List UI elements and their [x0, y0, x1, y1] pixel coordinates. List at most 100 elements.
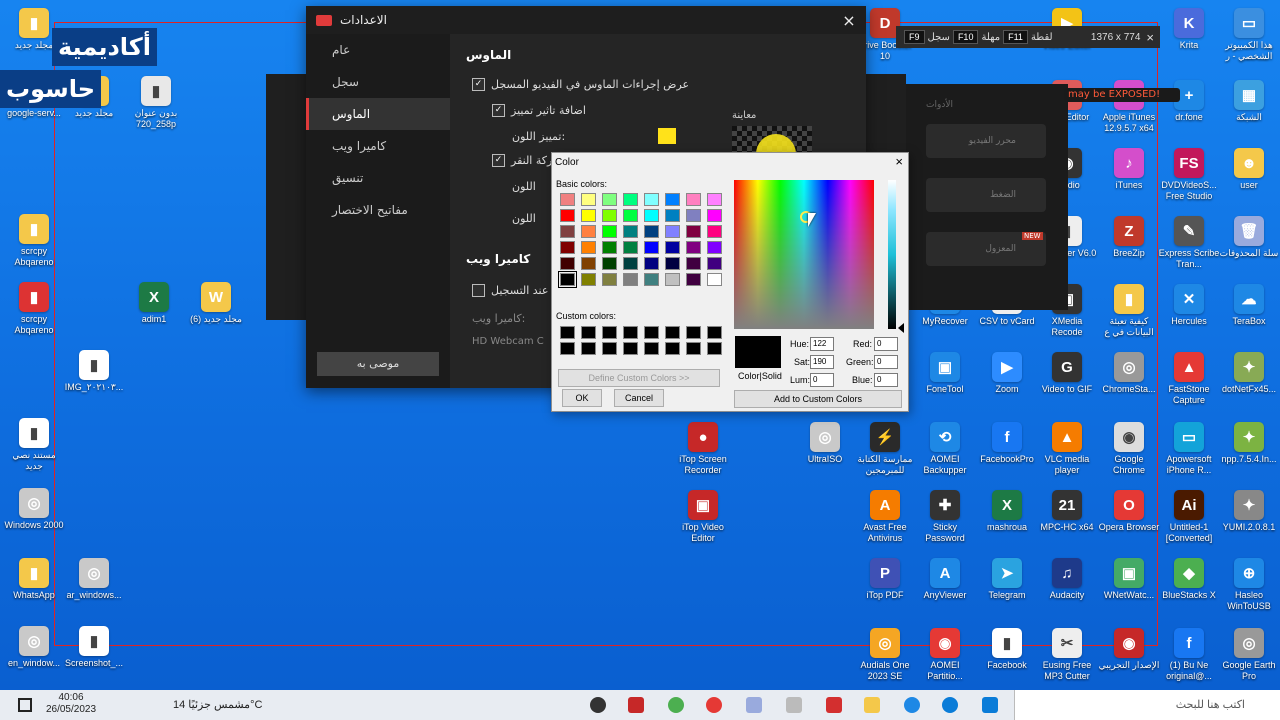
folder-icon[interactable] — [864, 697, 880, 713]
basic-color-swatch[interactable] — [581, 209, 596, 222]
basic-color-swatch[interactable] — [560, 209, 575, 222]
tool-video-editor[interactable]: محرر الفيديو — [926, 124, 1046, 158]
custom-color-swatch[interactable] — [707, 342, 722, 355]
key-f9[interactable]: F9 — [904, 30, 925, 44]
desktop-icon[interactable]: ✦ dotNetFx45... — [1218, 352, 1280, 395]
basic-color-swatch[interactable] — [602, 209, 617, 222]
desktop-icon[interactable]: ▣ WNetWatc... — [1098, 558, 1160, 601]
custom-color-swatch[interactable] — [644, 342, 659, 355]
basic-color-swatch[interactable] — [581, 273, 596, 286]
basic-color-swatch[interactable] — [686, 241, 701, 254]
desktop-icon[interactable]: ⊕ Hasleo WinToUSB — [1218, 558, 1280, 612]
desktop-icon[interactable]: ➤ Telegram — [976, 558, 1038, 601]
basic-color-swatch[interactable] — [644, 273, 659, 286]
desktop-icon[interactable]: ▮ Screenshot_... — [63, 626, 125, 669]
custom-color-swatch[interactable] — [560, 342, 575, 355]
basic-color-swatch[interactable] — [602, 225, 617, 238]
basic-color-swatch[interactable] — [665, 257, 680, 270]
highlight-checkbox[interactable]: ✓ — [492, 104, 505, 117]
basic-color-swatch[interactable] — [686, 193, 701, 206]
pdf-icon[interactable] — [826, 697, 842, 713]
desktop-icon[interactable]: ◎ en_window... — [3, 626, 65, 669]
desktop-icon[interactable]: ▭ هذا الكمبيوتر الشخصي - ر — [1218, 8, 1280, 62]
desktop-icon[interactable]: ▮ مستند نصي جديد — [3, 418, 65, 472]
desktop-icon[interactable]: ◉ الإصدار التجريبي — [1098, 628, 1160, 671]
desktop-icon[interactable]: ◎ Audials One 2023 SE — [854, 628, 916, 682]
tool-compress[interactable]: الضغط — [926, 178, 1046, 212]
sidebar-item-record[interactable]: سجل — [306, 66, 450, 98]
basic-color-swatch[interactable] — [560, 225, 575, 238]
green-field[interactable]: 0 — [874, 355, 898, 369]
cancel-button[interactable]: Cancel — [614, 389, 664, 407]
basic-color-swatch[interactable] — [707, 193, 722, 206]
desktop-icon[interactable]: ▲ FastStone Capture — [1158, 352, 1220, 406]
basic-color-swatch[interactable] — [665, 225, 680, 238]
webcam-select[interactable]: HD Webcam C — [472, 336, 544, 347]
sidebar-item-webcam[interactable]: كاميرا ويب — [306, 130, 450, 162]
desktop-icon[interactable]: ✦ npp.7.5.4.In... — [1218, 422, 1280, 465]
basic-color-swatch[interactable] — [665, 273, 680, 286]
screen-recorder-icon[interactable] — [628, 697, 644, 713]
desktop-icon[interactable]: O Opera Browser — [1098, 490, 1160, 533]
chrome-icon[interactable] — [668, 697, 684, 713]
desktop-icon[interactable]: ◎ ChromeSta... — [1098, 352, 1160, 395]
clock[interactable]: 40:06 26/05/2023 — [40, 692, 102, 716]
basic-color-swatch[interactable] — [581, 257, 596, 270]
custom-color-swatch[interactable] — [665, 326, 680, 339]
blue-field[interactable]: 0 — [874, 373, 898, 387]
basic-color-swatch[interactable] — [644, 257, 659, 270]
desktop-icon[interactable]: K Krita — [1158, 8, 1220, 51]
close-icon[interactable]: × — [840, 11, 858, 30]
basic-color-swatch[interactable] — [623, 257, 638, 270]
desktop-icon[interactable]: W مجلد جديد (6) — [185, 282, 247, 325]
basic-color-swatch[interactable] — [623, 273, 638, 286]
desktop-icon[interactable]: ▮ WhatsApp — [3, 558, 65, 601]
desktop-icon[interactable]: ◎ ar_windows... — [63, 558, 125, 601]
desktop-icon[interactable]: ◆ BlueStacks X — [1158, 558, 1220, 601]
desktop-icon[interactable]: ▦ الشبكة — [1218, 80, 1280, 123]
desktop-icon[interactable]: ▮ scrcpy Abqareno — [3, 214, 65, 268]
desktop-icon[interactable]: A Avast Free Antivirus — [854, 490, 916, 544]
weather-widget[interactable]: مشمس جزئيًا 14°C — [173, 698, 262, 711]
lum-field[interactable]: 0 — [810, 373, 834, 387]
basic-color-swatch[interactable] — [686, 225, 701, 238]
desktop-icon[interactable]: ✦ YUMI.2.0.8.1 — [1218, 490, 1280, 533]
sidebar-item-shortcuts[interactable]: مفاتيح الاختصار — [306, 194, 450, 226]
desktop-icon[interactable]: Xmashroua — [976, 490, 1038, 533]
basic-color-swatch[interactable] — [644, 193, 659, 206]
basic-color-swatch[interactable] — [560, 193, 575, 206]
desktop-icon[interactable]: ▮ Facebook — [976, 628, 1038, 671]
custom-color-swatch[interactable] — [644, 326, 659, 339]
click-anim-checkbox[interactable]: ✓ — [492, 154, 505, 167]
custom-color-swatch[interactable] — [581, 342, 596, 355]
custom-color-swatch[interactable] — [560, 326, 575, 339]
desktop-icon[interactable]: ▮ كيفية تعبئة البيانات في ع — [1098, 284, 1160, 338]
browser-icon[interactable] — [904, 697, 920, 713]
desktop-icon[interactable]: f (1) Bu Ne original@... — [1158, 628, 1220, 682]
basic-color-swatch[interactable] — [707, 273, 722, 286]
sat-field[interactable]: 190 — [810, 355, 834, 369]
basic-color-swatch[interactable] — [644, 225, 659, 238]
custom-color-swatch[interactable] — [623, 326, 638, 339]
basic-color-swatch[interactable] — [665, 209, 680, 222]
opera-icon[interactable] — [706, 697, 722, 713]
custom-color-swatch[interactable] — [623, 342, 638, 355]
custom-color-swatch[interactable] — [602, 326, 617, 339]
basic-color-swatch[interactable] — [686, 273, 701, 286]
desktop-icon[interactable]: ✎ Express Scribe Tran... — [1158, 216, 1220, 270]
desktop-icon[interactable]: ● iTop Screen Recorder — [672, 422, 734, 476]
app-icon[interactable] — [746, 697, 762, 713]
custom-color-swatch[interactable] — [602, 342, 617, 355]
basic-color-swatch[interactable] — [644, 209, 659, 222]
desktop-icon[interactable]: ☻ user — [1218, 148, 1280, 191]
store-icon[interactable] — [982, 697, 998, 713]
desktop-icon[interactable]: 🗑 سلة المحذوفات — [1218, 216, 1280, 259]
desktop-icon[interactable]: ◎ Windows 2000 — [3, 488, 65, 531]
obs-icon[interactable] — [590, 697, 606, 713]
basic-color-swatch[interactable] — [602, 273, 617, 286]
desktop-icon[interactable]: ▶ Zoom — [976, 352, 1038, 395]
sidebar-item-format[interactable]: تنسيق — [306, 162, 450, 194]
desktop-icon[interactable]: ✂ Eusing Free MP3 Cutter — [1036, 628, 1098, 682]
red-field[interactable]: 0 — [874, 337, 898, 351]
desktop-icon[interactable]: ⟲ AOMEI Backupper — [914, 422, 976, 476]
